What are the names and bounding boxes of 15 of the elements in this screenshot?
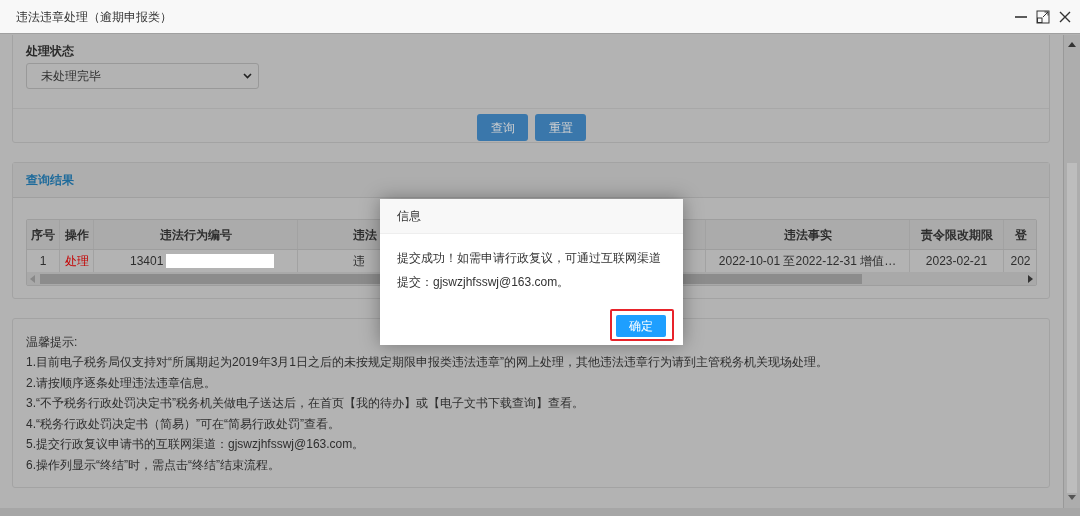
tip-text: 4.“税务行政处罚决定书（简易）”可在“简易行政处罚”查看。 <box>26 415 341 433</box>
tip-text: 5.提交行政复议申请书的互联网渠道：gjswzjhfsswj@163.com。 <box>26 436 366 453</box>
column-header: 责令限改期限 <box>910 220 1004 249</box>
column-header: 登 <box>1004 220 1036 249</box>
column-header: 操作 <box>60 220 94 249</box>
tip-text: 2.请按顺序逐条处理违法违章信息。 <box>26 374 217 392</box>
column-header: 序号 <box>27 220 60 249</box>
window-title: 违法违章处理（逾期申报类） <box>16 8 173 26</box>
column-header: 违法事实 <box>706 220 910 249</box>
tips-title: 温馨提示: <box>26 334 79 351</box>
tip-text: 1.目前电子税务局仅支持对“所属期起为2019年3月1日之后的未按规定期限申报类违法违章”的网上处理，其他违法违章行为请到主管税务机关现场处理。 <box>26 354 830 371</box>
tip-text: 3.“不予税务行政处罚决定书”税务机关做电子送达后，在首页【我的待办】或【电子文书下载查询】查看。 <box>26 395 585 412</box>
tip-text: 6.操作列显示“终结”时，需点击“终结”结束流程。 <box>26 456 281 474</box>
column-header: 违法行为编号 <box>94 220 298 249</box>
field-label: 处理状态 <box>26 43 74 60</box>
